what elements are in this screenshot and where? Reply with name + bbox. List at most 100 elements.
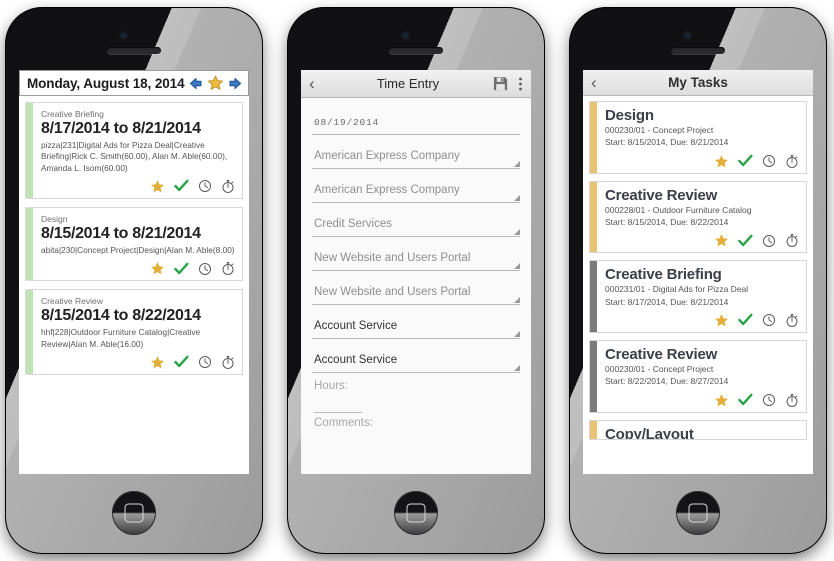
task-dates: Start: 8/15/2014, Due: 8/22/2014: [605, 216, 729, 227]
card-body: Creative Briefing 000231/01 - Digital Ad…: [597, 261, 806, 332]
task-title: Copy/Layout: [605, 425, 694, 440]
entry-action-icons: [41, 261, 235, 276]
check-icon[interactable]: [738, 154, 753, 168]
task-card[interactable]: Creative Review 000230/01 - Concept Proj…: [589, 339, 807, 413]
field-customer-value: American Express Company: [314, 184, 460, 196]
phone-device-time-entry: ‹ Time Entry 08/19/2014 American Express…: [288, 8, 544, 553]
arrow-right-icon[interactable]: [225, 76, 242, 91]
check-icon[interactable]: [174, 355, 189, 369]
check-icon[interactable]: [738, 393, 753, 407]
field-division[interactable]: Credit Services: [312, 210, 520, 237]
chevron-left-icon[interactable]: ‹: [309, 75, 323, 92]
clock-icon[interactable]: [762, 393, 776, 407]
star-icon[interactable]: [207, 75, 224, 91]
star-icon[interactable]: [714, 233, 729, 248]
star-icon[interactable]: [714, 393, 729, 408]
clock-icon[interactable]: [198, 179, 212, 193]
card-body: Creative Briefing 8/17/2014 to 8/21/2014…: [33, 103, 242, 198]
task-card[interactable]: Copy/Layout: [589, 419, 807, 440]
card-accent-bar: [590, 340, 597, 412]
earpiece-speaker: [671, 47, 725, 54]
entry-meta: abita|230|Concept Project|Design|Alan M.…: [41, 244, 235, 255]
field-client[interactable]: American Express Company: [312, 142, 520, 169]
entry-date-range: 8/17/2014 to 8/21/2014: [41, 120, 201, 138]
card-accent-bar: [26, 290, 33, 374]
field-customer[interactable]: American Express Company: [312, 176, 520, 203]
stopwatch-icon[interactable]: [785, 233, 799, 248]
calendar-nav-controls[interactable]: [189, 75, 242, 91]
task-title: Creative Briefing: [605, 266, 722, 284]
field-task[interactable]: Account Service: [312, 312, 520, 339]
task-job: 000230/01 - Concept Project: [605, 363, 714, 374]
clock-icon[interactable]: [762, 313, 776, 327]
stopwatch-icon[interactable]: [221, 179, 235, 194]
comments-input[interactable]: [312, 431, 520, 474]
stopwatch-icon[interactable]: [221, 261, 235, 276]
field-project[interactable]: New Website and Users Portal: [312, 244, 520, 271]
calendar-entry-card[interactable]: Creative Review 8/15/2014 to 8/22/2014 h…: [25, 289, 243, 375]
arrow-left-icon[interactable]: [189, 76, 206, 91]
field-job-value: New Website and Users Portal: [314, 286, 471, 298]
stopwatch-icon[interactable]: [785, 154, 799, 169]
card-accent-bar: [590, 102, 597, 173]
earpiece-speaker: [389, 47, 443, 54]
entry-meta: hhf|228|Outdoor Furniture Catalog|Creati…: [41, 327, 201, 349]
star-icon[interactable]: [150, 355, 165, 370]
home-button[interactable]: [676, 491, 720, 535]
card-body: Design 000230/01 - Concept Project Start…: [597, 102, 806, 173]
field-date-value: 08/19/2014: [314, 117, 380, 128]
task-title: Design: [605, 107, 654, 124]
check-icon[interactable]: [174, 262, 189, 276]
card-accent-bar: [590, 261, 597, 332]
task-title: Creative Review: [605, 186, 718, 204]
task-dates: Start: 8/22/2014, Due: 8/27/2014: [605, 376, 729, 387]
card-body: Creative Review 000228/01 - Outdoor Furn…: [597, 182, 806, 253]
stopwatch-icon[interactable]: [221, 355, 235, 370]
entry-type-label: Creative Briefing: [41, 109, 104, 119]
my-tasks-header: ‹ My Tasks: [583, 70, 813, 96]
stopwatch-icon[interactable]: [785, 393, 799, 408]
task-card[interactable]: Design 000230/01 - Concept Project Start…: [589, 101, 807, 174]
entry-action-icons: [41, 355, 235, 370]
star-icon[interactable]: [150, 179, 165, 194]
star-icon[interactable]: [714, 154, 729, 169]
star-icon[interactable]: [150, 261, 165, 276]
task-title: Creative Review: [605, 345, 718, 363]
home-button[interactable]: [394, 491, 438, 535]
more-vertical-icon[interactable]: [518, 76, 523, 92]
check-icon[interactable]: [174, 179, 189, 193]
card-accent-bar: [590, 181, 597, 253]
task-list: Design 000230/01 - Concept Project Start…: [583, 96, 813, 440]
field-activity[interactable]: Account Service: [312, 346, 520, 373]
entry-meta: pizza|231|Digital Ads for Pizza Deal|Cre…: [41, 140, 228, 173]
page-title: Time Entry: [376, 76, 440, 91]
card-body: Creative Review 8/15/2014 to 8/22/2014 h…: [33, 290, 242, 374]
clock-icon[interactable]: [198, 262, 212, 276]
task-card[interactable]: Creative Briefing 000231/01 - Digital Ad…: [589, 260, 807, 333]
mockup-stage: Monday, August 18, 2014 Creative Briefin…: [0, 0, 834, 561]
task-card[interactable]: Creative Review 000228/01 - Outdoor Furn…: [589, 180, 807, 254]
star-icon[interactable]: [714, 313, 729, 328]
chevron-left-icon[interactable]: ‹: [591, 74, 605, 91]
field-date[interactable]: 08/19/2014: [312, 108, 520, 135]
calendar-entry-card[interactable]: Creative Briefing 8/17/2014 to 8/21/2014…: [25, 102, 243, 199]
save-floppy-icon[interactable]: [493, 76, 508, 91]
hours-input[interactable]: [314, 412, 362, 413]
check-icon[interactable]: [738, 313, 753, 327]
check-icon[interactable]: [738, 234, 753, 248]
field-job[interactable]: New Website and Users Portal: [312, 278, 520, 305]
field-client-value: American Express Company: [314, 150, 460, 162]
time-entry-header: ‹ Time Entry: [301, 70, 531, 98]
card-accent-bar: [26, 103, 33, 198]
clock-icon[interactable]: [762, 234, 776, 248]
entry-type-label: Creative Review: [41, 296, 103, 307]
comments-label: Comments:: [314, 417, 373, 429]
calendar-entry-card[interactable]: Design 8/15/2014 to 8/21/2014 abita|230|…: [25, 206, 243, 282]
task-job: 000228/01 - Outdoor Furniture Catalog: [605, 204, 752, 215]
home-button[interactable]: [112, 491, 156, 535]
clock-icon[interactable]: [762, 154, 776, 168]
screen-my-tasks: ‹ My Tasks Design 000230/01 - Concept Pr…: [583, 70, 813, 474]
stopwatch-icon[interactable]: [785, 313, 799, 328]
task-job: 000230/01 - Concept Project: [605, 125, 714, 135]
clock-icon[interactable]: [198, 355, 212, 369]
